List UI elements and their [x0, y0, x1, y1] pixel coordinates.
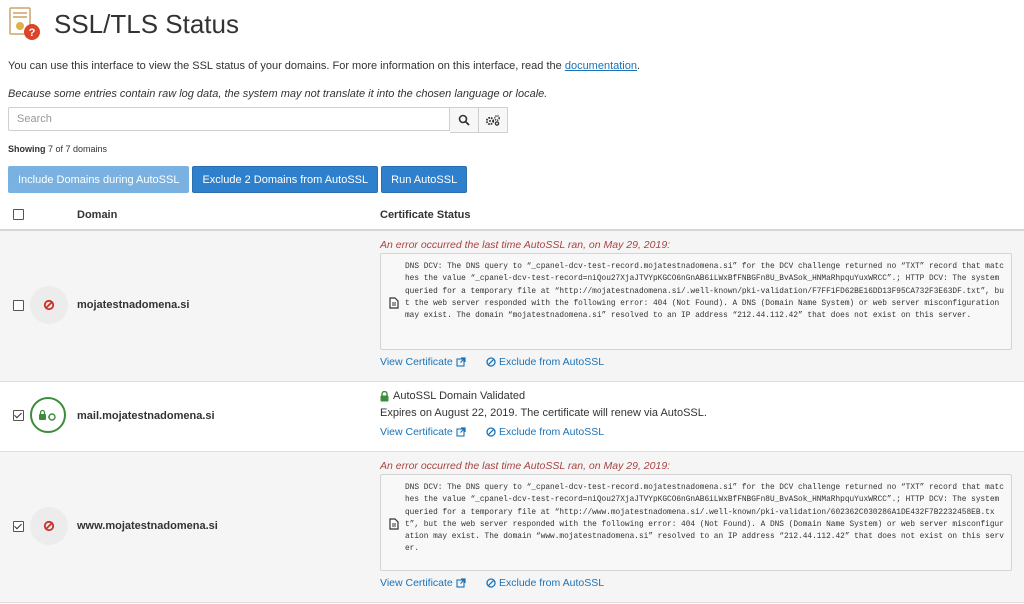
domains-table: Domain Certificate Status mojatestnadome…: [0, 200, 1024, 603]
search-icon: [458, 114, 470, 126]
external-link-icon: [456, 427, 466, 437]
external-link-icon: [456, 357, 466, 367]
column-header-certificate-status: Certificate Status: [380, 209, 471, 221]
search-button[interactable]: [450, 107, 479, 133]
error-log-text: DNS DCV: The DNS query to “_cpanel-dcv-t…: [405, 484, 1004, 554]
row-checkbox[interactable]: [13, 300, 24, 311]
error-log-text: DNS DCV: The DNS query to “_cpanel-dcv-t…: [405, 263, 1004, 321]
documentation-link[interactable]: documentation: [565, 60, 637, 72]
row-checkbox[interactable]: [13, 410, 24, 421]
svg-text:?: ?: [29, 27, 36, 39]
document-icon: [389, 296, 399, 309]
ban-icon: [486, 357, 496, 367]
select-all-checkbox[interactable]: [13, 209, 24, 220]
validated-status: AutoSSL Domain Validated: [380, 390, 525, 402]
error-log: DNS DCV: The DNS query to “_cpanel-dcv-t…: [380, 253, 1012, 350]
intro-text: You can use this interface to view the S…: [8, 60, 641, 72]
table-row: mail.mojatestnadomena.si AutoSSL Domain …: [0, 382, 1024, 452]
table-row: mojatestnadomena.si An error occurred th…: [0, 231, 1024, 382]
exclude-from-autossl-link[interactable]: Exclude from AutoSSL: [486, 356, 604, 368]
page-title: SSL/TLS Status: [54, 8, 239, 39]
table-row: www.mojatestnadomena.si An error occurre…: [0, 452, 1024, 603]
search-input[interactable]: [8, 107, 450, 131]
table-header: Domain Certificate Status: [0, 200, 1024, 231]
status-error-icon: [30, 286, 68, 324]
page-header: ? SSL/TLS Status: [8, 4, 239, 44]
action-buttons: Include Domains during AutoSSL Exclude 2…: [8, 166, 468, 193]
exclude-from-autossl-link[interactable]: Exclude from AutoSSL: [486, 426, 604, 438]
domain-name: www.mojatestnadomena.si: [77, 520, 218, 532]
include-domains-button[interactable]: Include Domains during AutoSSL: [8, 166, 190, 193]
ssl-certificate-icon: ?: [8, 6, 42, 42]
view-certificate-link[interactable]: View Certificate: [380, 356, 466, 368]
domain-name: mojatestnadomena.si: [77, 299, 190, 311]
error-title: An error occurred the last time AutoSSL …: [380, 239, 671, 251]
exclude-domains-button[interactable]: Exclude 2 Domains from AutoSSL: [192, 166, 379, 193]
column-header-domain: Domain: [77, 209, 118, 221]
ban-icon: [486, 578, 496, 588]
status-validated-icon: [30, 397, 66, 433]
gears-icon: [485, 115, 500, 126]
run-autossl-button[interactable]: Run AutoSSL: [381, 166, 468, 193]
ban-icon: [486, 427, 496, 437]
exclude-from-autossl-link[interactable]: Exclude from AutoSSL: [486, 577, 604, 589]
error-log: DNS DCV: The DNS query to “_cpanel-dcv-t…: [380, 474, 1012, 571]
locale-note: Because some entries contain raw log dat…: [8, 88, 548, 100]
status-error-icon: [30, 507, 68, 545]
view-certificate-link[interactable]: View Certificate: [380, 426, 466, 438]
expiry-text: Expires on August 22, 2019. The certific…: [380, 407, 707, 419]
external-link-icon: [456, 578, 466, 588]
search-bar: [8, 107, 508, 133]
lock-icon: [380, 390, 389, 401]
domain-name: mail.mojatestnadomena.si: [77, 410, 215, 422]
document-icon: [389, 517, 399, 530]
view-certificate-link[interactable]: View Certificate: [380, 577, 466, 589]
error-title: An error occurred the last time AutoSSL …: [380, 460, 671, 472]
settings-button[interactable]: [479, 107, 508, 133]
showing-count: Showing 7 of 7 domains: [8, 144, 108, 154]
row-checkbox[interactable]: [13, 521, 24, 532]
